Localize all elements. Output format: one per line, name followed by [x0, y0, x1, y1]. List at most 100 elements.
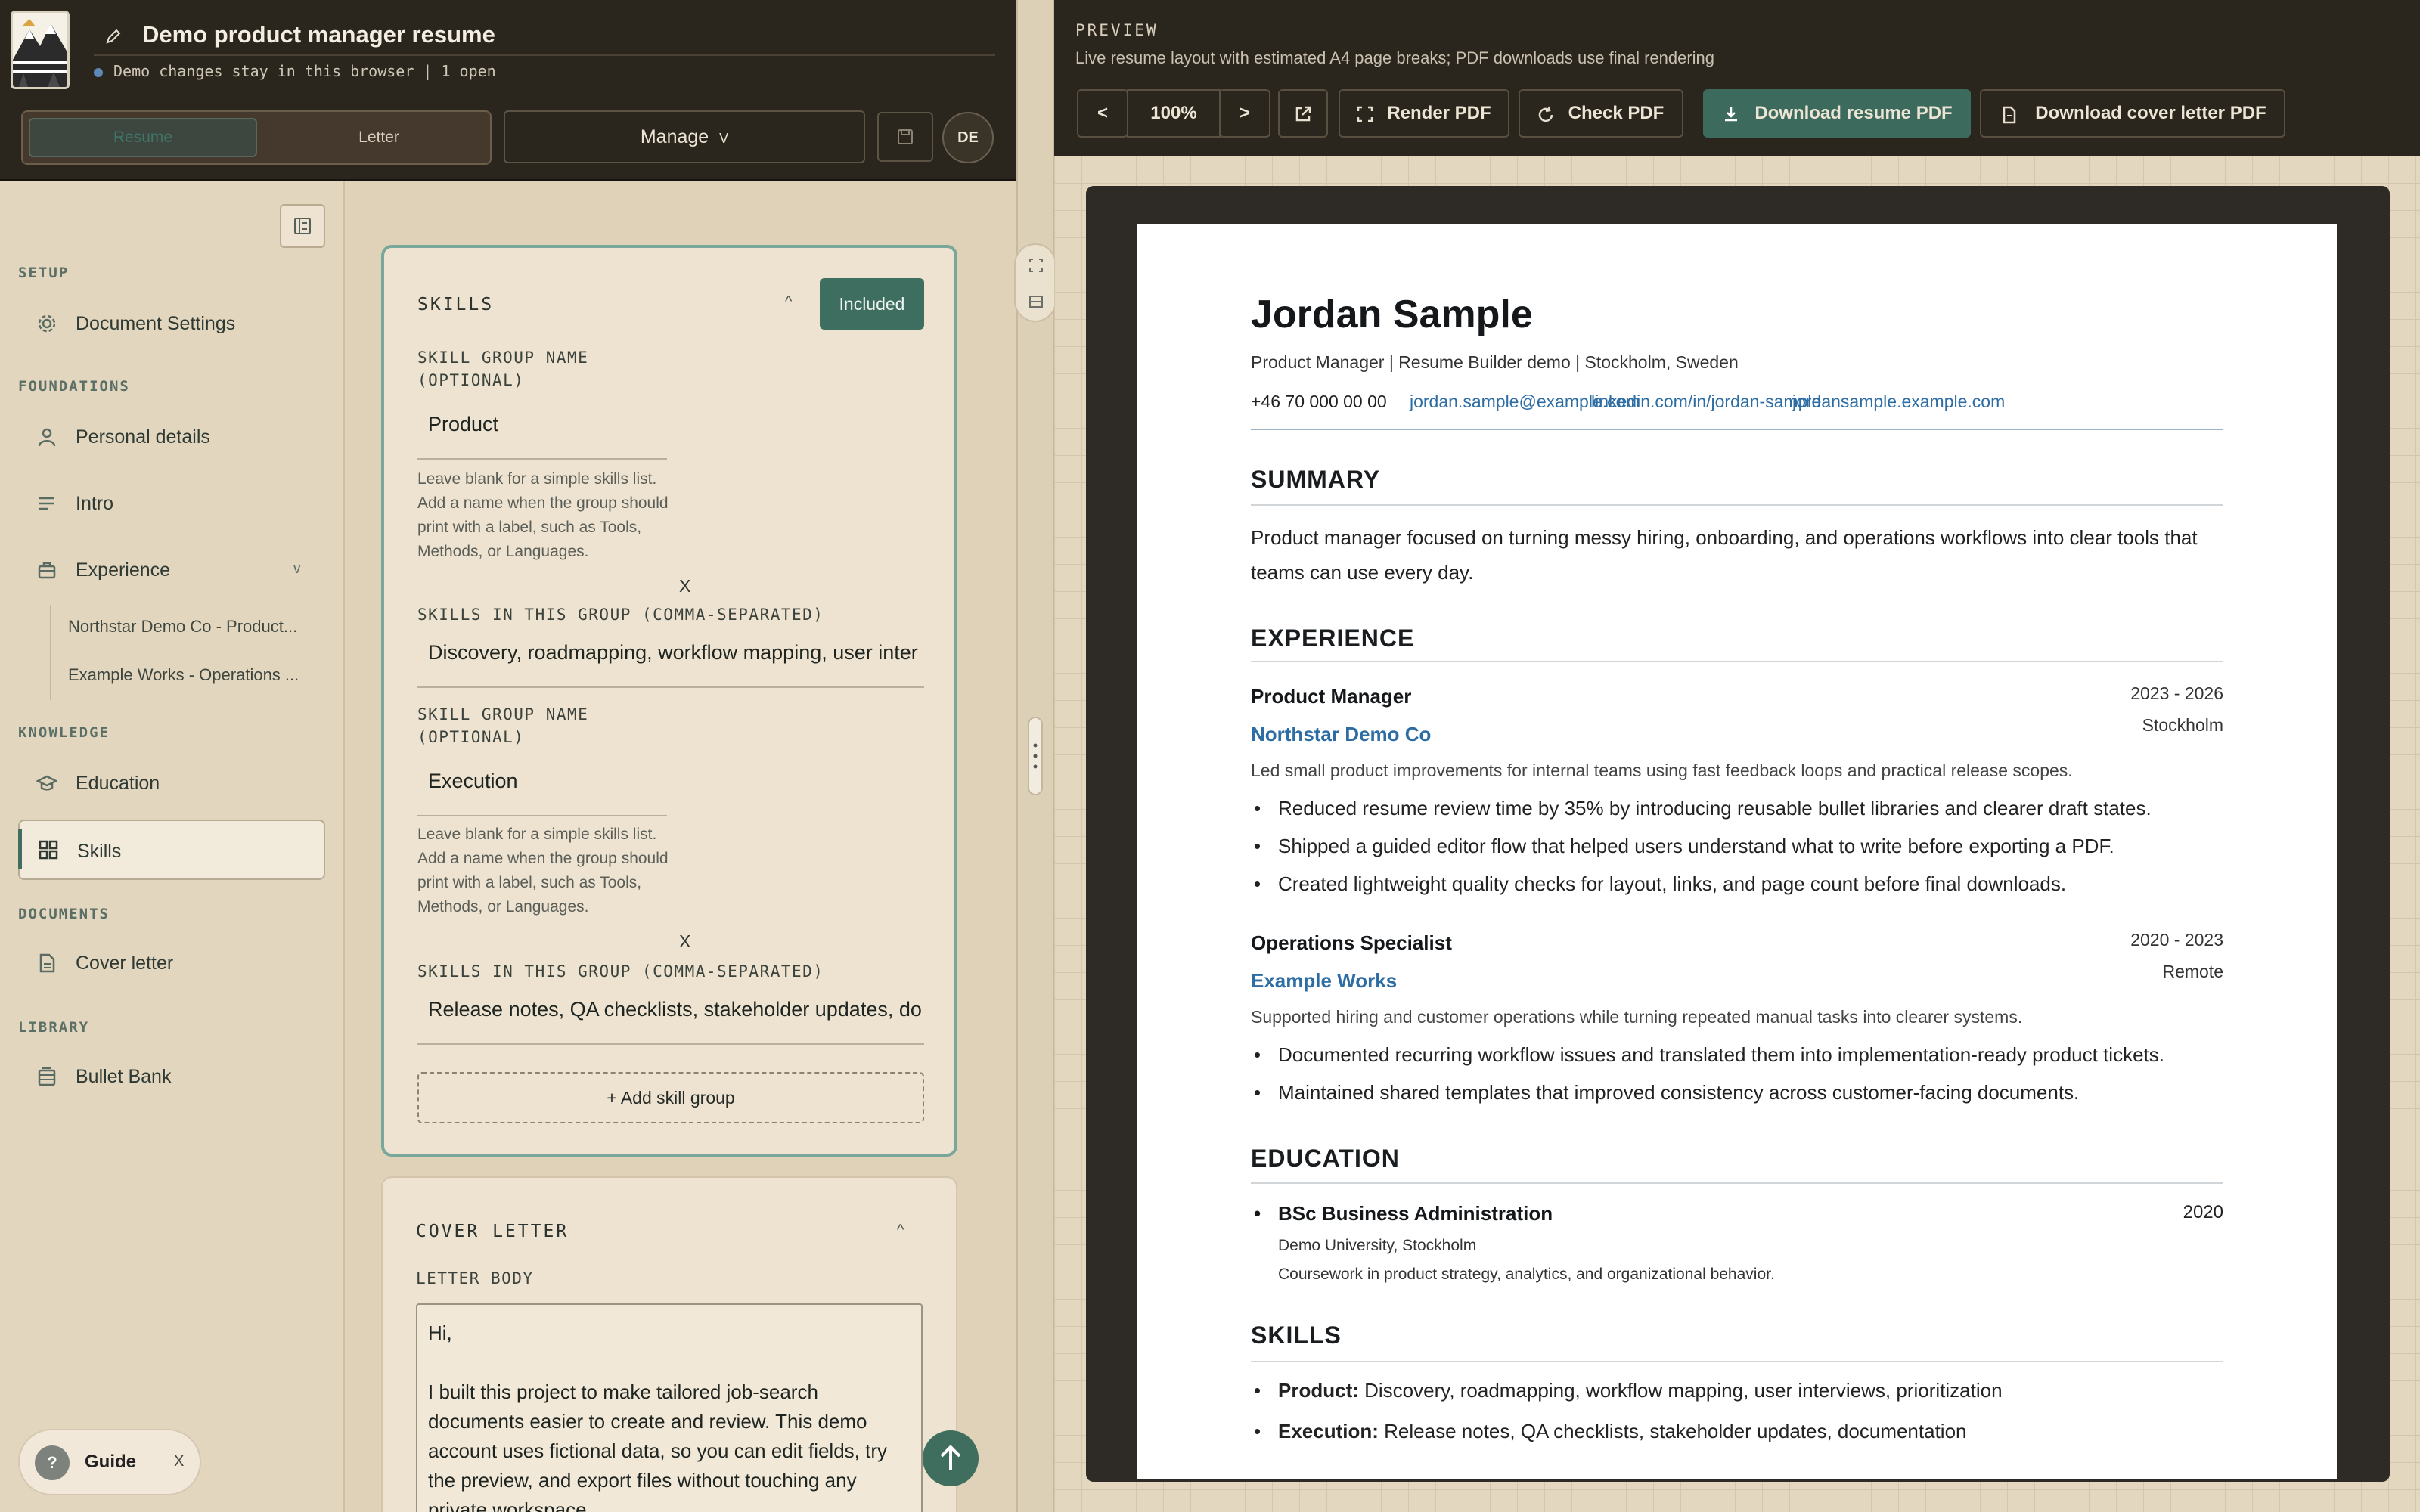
section-rule [1251, 1361, 2223, 1362]
skill-line: Execution: Release notes, QA checklists,… [1254, 1420, 1967, 1443]
resume-website-link[interactable]: jordansample.example.com [1792, 392, 2005, 412]
briefcase-icon [36, 559, 57, 581]
fit-width-icon[interactable] [1028, 257, 1044, 274]
cover-letter-card: COVER LETTER ^ LETTER BODY Hi, I built t… [381, 1176, 957, 1512]
open-external-button[interactable] [1278, 89, 1328, 138]
group-name-help: Leave blank for a simple skills list. Ad… [417, 470, 669, 560]
sidebar-subitem-northstar[interactable]: Northstar Demo Co - Product... [68, 617, 297, 637]
render-pdf-button[interactable]: Render PDF [1339, 89, 1509, 138]
section-knowledge: KNOWLEDGE [18, 724, 110, 741]
sidebar-item-skills[interactable]: Skills [18, 820, 325, 880]
document-icon [36, 953, 57, 974]
sidebar-item-bullet-bank[interactable]: Bullet Bank [18, 1048, 325, 1105]
job-bullet: Documented recurring workflow issues and… [1254, 1043, 2164, 1067]
save-icon [898, 129, 913, 144]
letter-greeting: Hi, [428, 1321, 452, 1344]
sidebar-item-label: Document Settings [76, 313, 236, 334]
mode-tab-letter[interactable]: Letter [272, 118, 486, 157]
degree: BSc Business Administration [1254, 1202, 1553, 1225]
resume-name: Jordan Sample [1251, 293, 1533, 336]
job-description: Led small product improvements for inter… [1251, 761, 2073, 780]
letter-body-textarea[interactable]: Hi, I built this project to make tailore… [416, 1303, 923, 1512]
download-letter-label: Download cover letter PDF [2035, 103, 2266, 123]
render-icon [1357, 106, 1373, 122]
resize-handle[interactable] [1028, 717, 1043, 795]
save-button[interactable] [877, 112, 933, 162]
user-icon [36, 426, 57, 448]
document-icon [2003, 106, 2016, 124]
skills-list-input[interactable]: Release notes, QA checklists, stakeholde… [417, 998, 924, 1045]
resume-linkedin-link[interactable]: linkedin.com/in/jordan-sample [1591, 392, 1821, 412]
sidebar-item-label: Education [76, 773, 160, 794]
sidebar-item-label: Experience [76, 559, 171, 581]
sidebar-item-cover-letter[interactable]: Cover letter [18, 934, 325, 992]
status-dot-icon [94, 67, 103, 77]
skill-text: Release notes, QA checklists, stakeholde… [1384, 1420, 1967, 1442]
zoom-level[interactable]: 100% [1127, 89, 1221, 138]
skills-heading: SKILLS [1251, 1321, 1342, 1349]
sidebar-item-personal-details[interactable]: Personal details [18, 408, 325, 466]
job-bullet: Created lightweight quality checks for l… [1254, 872, 2066, 896]
sidebar-subitem-example-works[interactable]: Example Works - Operations ... [68, 665, 299, 685]
sidebar-item-education[interactable]: Education [18, 754, 325, 812]
sidebar-item-experience[interactable]: Experience [18, 541, 325, 599]
scroll-to-top-button[interactable] [923, 1430, 979, 1486]
school: Demo University, Stockholm [1278, 1237, 1477, 1254]
job-bullet: Reduced resume review time by 35% by int… [1254, 797, 2152, 820]
letter-body-label: LETTER BODY [416, 1269, 534, 1287]
download-icon [1725, 107, 1737, 122]
sidebar-item-label: Intro [76, 493, 114, 514]
layout-icon[interactable] [1028, 293, 1044, 310]
mode-tab-resume[interactable]: Resume [29, 118, 257, 157]
remove-group-button[interactable]: X [679, 931, 690, 952]
sidebar-item-label: Cover letter [76, 953, 174, 974]
chevron-down-icon: V [719, 131, 729, 146]
collapse-sidebar-button[interactable] [280, 204, 325, 248]
skills-list-input[interactable]: Discovery, roadmapping, workflow mapping… [417, 641, 924, 688]
card-title: COVER LETTER [416, 1222, 569, 1241]
group-name-input[interactable]: Execution [417, 770, 667, 816]
skill-label: Execution: [1278, 1420, 1379, 1442]
collapse-caret-icon[interactable]: ^ [785, 293, 792, 311]
job-location: Stockholm [2142, 715, 2223, 735]
remove-group-button[interactable]: X [679, 576, 690, 596]
download-cover-letter-pdf-button[interactable]: Download cover letter PDF [1980, 89, 2285, 138]
add-skill-group-button[interactable]: + Add skill group [417, 1072, 924, 1123]
preview-title: PREVIEW [1075, 21, 1159, 39]
graduation-cap-icon [36, 773, 57, 794]
section-foundations: FOUNDATIONS [18, 378, 130, 395]
sidebar-item-document-settings[interactable]: Document Settings [18, 295, 325, 352]
group-name-label: SKILL GROUP NAME (OPTIONAL) [417, 346, 588, 392]
education-heading: EDUCATION [1251, 1145, 1400, 1172]
pencil-icon[interactable] [104, 27, 123, 45]
download-resume-pdf-button[interactable]: Download resume PDF [1703, 89, 1971, 138]
included-toggle[interactable]: Included [820, 278, 924, 330]
app-logo[interactable] [11, 11, 70, 89]
sidebar-item-intro[interactable]: Intro [18, 475, 325, 532]
divider-tools [1014, 243, 1056, 322]
skill-line: Product: Discovery, roadmapping, workflo… [1254, 1379, 2003, 1402]
close-guide-button[interactable]: X [174, 1453, 184, 1470]
sync-status: Demo changes stay in this browser | 1 op… [94, 62, 496, 80]
user-avatar[interactable]: DE [942, 112, 994, 163]
job-bullet: Shipped a guided editor flow that helped… [1254, 835, 2114, 858]
sidebar-item-label: Skills [77, 841, 122, 862]
section-rule [1251, 661, 2223, 662]
refresh-icon [1538, 106, 1553, 122]
sync-status-text: Demo changes stay in this browser | 1 op… [113, 62, 496, 80]
help-icon: ? [35, 1445, 70, 1480]
manage-label: Manage [640, 126, 709, 147]
chevron-down-icon[interactable]: v [293, 561, 301, 578]
manage-dropdown[interactable]: Manage V [504, 110, 865, 163]
group-name-help: Leave blank for a simple skills list. Ad… [417, 826, 669, 916]
check-pdf-button[interactable]: Check PDF [1519, 89, 1683, 138]
next-page-button[interactable]: > [1219, 89, 1270, 138]
sidebar-toggle-icon [294, 218, 311, 234]
editor-header: Demo product manager resume Demo changes… [0, 0, 1016, 181]
document-title[interactable]: Demo product manager resume [142, 21, 495, 48]
guide-pill[interactable]: ? Guide X [18, 1429, 201, 1495]
prev-page-button[interactable]: < [1077, 89, 1128, 138]
arrow-up-icon [940, 1445, 961, 1470]
collapse-caret-icon[interactable]: ^ [897, 1222, 904, 1239]
group-name-input[interactable]: Product [417, 413, 667, 460]
